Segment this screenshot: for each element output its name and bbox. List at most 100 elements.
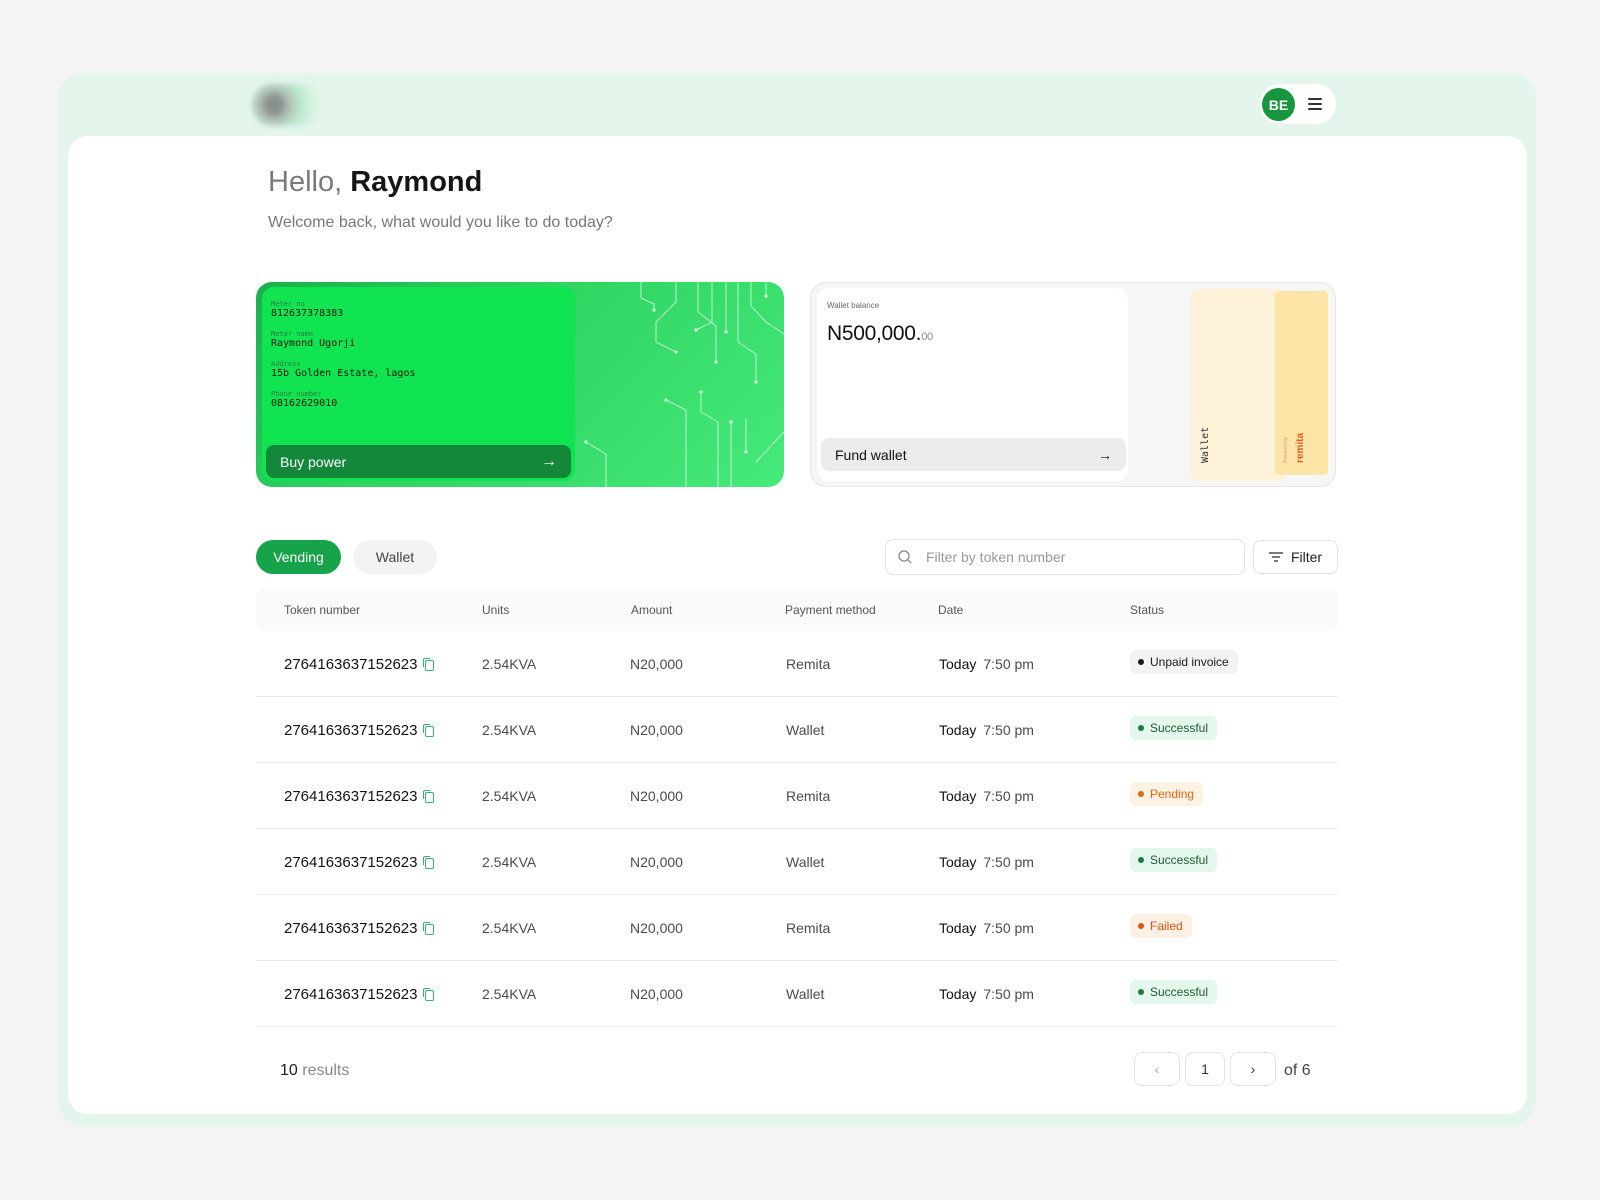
status-badge: Unpaid invoice xyxy=(1130,650,1238,674)
page-title: Hello, Raymond xyxy=(268,166,482,199)
wallet-card: Wallet Powered by remita Wallet balance … xyxy=(810,282,1336,487)
copy-icon[interactable] xyxy=(423,790,435,803)
column-header-units[interactable]: Units xyxy=(482,603,509,617)
table-row[interactable]: 2764163637152623 2.54KVA N20,000 Remita Toda… xyxy=(256,763,1338,829)
amount-cell: N20,000 xyxy=(630,656,683,672)
chevron-right-icon: › xyxy=(1250,1061,1256,1077)
column-header-token[interactable]: Token number xyxy=(284,603,360,617)
hamburger-menu-icon[interactable] xyxy=(1306,97,1324,111)
units-cell: 2.54KVA xyxy=(482,788,537,804)
tab-wallet[interactable]: Wallet xyxy=(353,540,437,574)
address-field: Address 15b Golden Estate, lagos xyxy=(271,360,416,380)
address-value: 15b Golden Estate, lagos xyxy=(271,368,416,379)
date-cell: Today 7:50 pm xyxy=(939,656,1034,672)
total-pages: of 6 xyxy=(1284,1062,1311,1079)
address-label: Address xyxy=(271,360,301,368)
token-value: 2764163637152623 xyxy=(284,788,418,805)
amount-cell: N20,000 xyxy=(630,920,683,936)
status-badge: Successful xyxy=(1130,716,1218,740)
avatar[interactable]: BE xyxy=(1262,88,1295,121)
page-subtitle: Welcome back, what would you like to do … xyxy=(268,214,613,231)
wallet-balance-label: Wallet balance xyxy=(827,301,880,310)
token-number: 2764163637152623 xyxy=(284,854,435,871)
meter-card: Meter no 812637378383 Meter name Raymond… xyxy=(256,282,784,487)
buy-power-label: Buy power xyxy=(280,453,347,470)
remita-logo: remita xyxy=(1295,432,1306,463)
status-badge: Pending xyxy=(1130,782,1204,806)
table-row[interactable]: 2764163637152623 2.54KVA N20,000 Wallet Toda… xyxy=(256,697,1338,763)
filter-button[interactable]: Filter xyxy=(1253,540,1338,574)
token-number: 2764163637152623 xyxy=(284,788,435,805)
column-header-date[interactable]: Date xyxy=(938,603,963,617)
arrow-right-icon: → xyxy=(1098,446,1112,463)
next-page-button[interactable]: › xyxy=(1230,1052,1276,1086)
date-time: 7:50 pm xyxy=(983,656,1034,672)
transactions-table-body: 2764163637152623 2.54KVA N20,000 Remita Toda… xyxy=(256,631,1338,1049)
fund-wallet-button[interactable]: Fund wallet → xyxy=(821,438,1126,471)
status-badge: Successful xyxy=(1130,848,1218,872)
amount-cell: N20,000 xyxy=(630,722,683,738)
date-day: Today xyxy=(939,722,977,738)
copy-icon[interactable] xyxy=(423,922,435,935)
token-number: 2764163637152623 xyxy=(284,986,435,1003)
token-value: 2764163637152623 xyxy=(284,722,418,739)
fund-wallet-label: Fund wallet xyxy=(835,446,907,463)
date-day: Today xyxy=(939,656,977,672)
date-day: Today xyxy=(939,986,977,1002)
token-number: 2764163637152623 xyxy=(284,920,435,937)
table-row[interactable]: 2764163637152623 2.54KVA N20,000 Remita Toda… xyxy=(256,631,1338,697)
token-value: 2764163637152623 xyxy=(284,656,418,673)
previous-page-button[interactable]: ‹ xyxy=(1134,1052,1180,1086)
date-time: 7:50 pm xyxy=(983,722,1034,738)
units-cell: 2.54KVA xyxy=(482,854,537,870)
balance-decimal: 00 xyxy=(921,331,933,343)
units-cell: 2.54KVA xyxy=(482,986,537,1002)
column-header-payment-method[interactable]: Payment method xyxy=(785,603,876,617)
greeting-hello: Hello, xyxy=(268,166,343,198)
token-number: 2764163637152623 xyxy=(284,656,435,673)
powered-by-caption: Powered by xyxy=(1283,436,1289,463)
buy-power-button[interactable]: Buy power → xyxy=(266,445,571,478)
date-cell: Today 7:50 pm xyxy=(939,788,1034,804)
date-cell: Today 7:50 pm xyxy=(939,722,1034,738)
date-cell: Today 7:50 pm xyxy=(939,854,1034,870)
date-cell: Today 7:50 pm xyxy=(939,920,1034,936)
payment-method-cell: Wallet xyxy=(786,986,825,1002)
app-logo[interactable] xyxy=(252,84,332,126)
units-cell: 2.54KVA xyxy=(482,722,537,738)
balance-main: N500,000. xyxy=(827,322,922,345)
current-page-input[interactable]: 1 xyxy=(1185,1052,1225,1086)
copy-icon[interactable] xyxy=(423,658,435,671)
amount-cell: N20,000 xyxy=(630,788,683,804)
copy-icon[interactable] xyxy=(423,724,435,737)
copy-icon[interactable] xyxy=(423,856,435,869)
filter-icon xyxy=(1268,552,1283,562)
meter-name-value: Raymond Ugorji xyxy=(271,338,356,349)
greeting-name: Raymond xyxy=(350,166,483,198)
search-input[interactable] xyxy=(926,540,1236,574)
token-value: 2764163637152623 xyxy=(284,854,418,871)
table-row[interactable]: 2764163637152623 2.54KVA N20,000 Wallet Toda… xyxy=(256,829,1338,895)
wallet-card-label: Wallet xyxy=(1200,426,1211,463)
date-time: 7:50 pm xyxy=(983,986,1034,1002)
payment-method-cell: Remita xyxy=(786,656,831,672)
filter-label: Filter xyxy=(1290,549,1323,565)
amount-cell: N20,000 xyxy=(630,854,683,870)
column-header-amount[interactable]: Amount xyxy=(631,603,672,617)
copy-icon[interactable] xyxy=(423,988,435,1001)
meter-number-field: Meter no 812637378383 xyxy=(271,300,343,320)
date-day: Today xyxy=(939,854,977,870)
search-box xyxy=(885,539,1245,575)
search-icon xyxy=(898,550,912,564)
wallet-balance-amount: N500,000.00 xyxy=(827,322,933,346)
units-cell: 2.54KVA xyxy=(482,656,537,672)
tab-vending[interactable]: Vending xyxy=(256,540,341,574)
status-badge: Failed xyxy=(1130,914,1192,938)
token-number: 2764163637152623 xyxy=(284,722,435,739)
column-header-status[interactable]: Status xyxy=(1130,603,1164,617)
table-row[interactable]: 2764163637152623 2.54KVA N20,000 Remita Toda… xyxy=(256,895,1338,961)
chevron-left-icon: ‹ xyxy=(1154,1061,1160,1077)
results-label: results xyxy=(302,1062,350,1079)
meter-details-panel: Meter no 812637378383 Meter name Raymond… xyxy=(262,287,575,481)
meter-name-field: Meter name Raymond Ugorji xyxy=(271,330,355,350)
